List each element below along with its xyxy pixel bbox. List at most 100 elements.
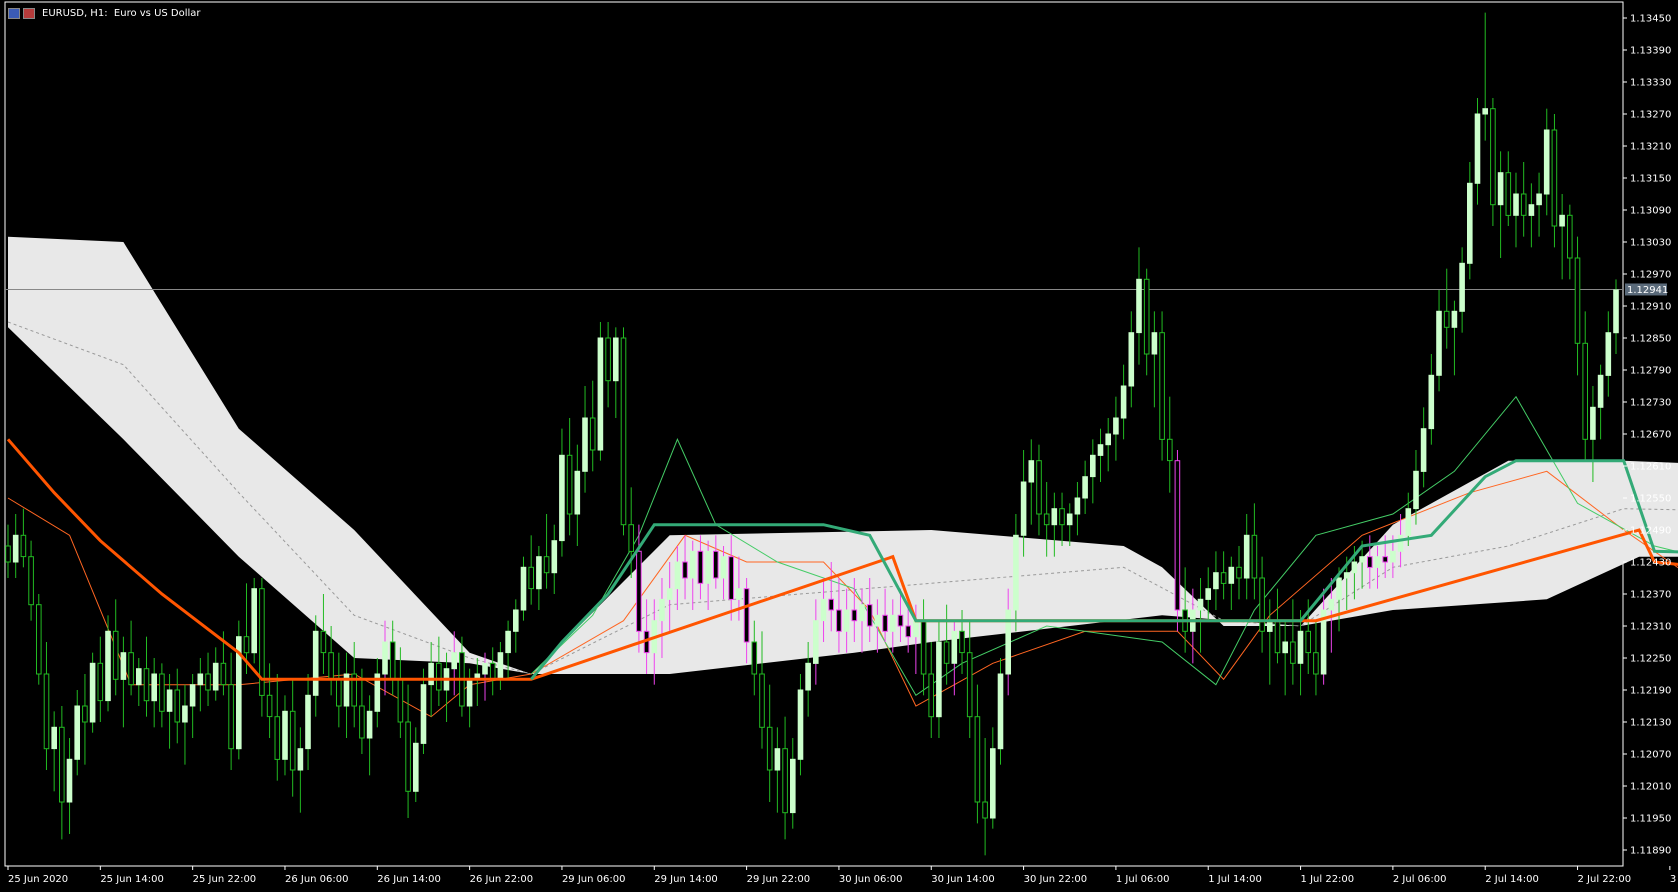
candle-body [420, 684, 427, 744]
candle-body [636, 550, 642, 632]
candle-body [1313, 652, 1319, 675]
y-tick-label: 1.12070 [1630, 750, 1671, 761]
price-chart[interactable]: 1.13450 1.13390 1.13330 1.13270 1.13210 1.131… [0, 0, 1678, 888]
x-tick-label: 30 Jun 06:00 [839, 874, 903, 885]
candle-body [1174, 460, 1181, 611]
candle-body [1574, 257, 1581, 344]
candle-body [1043, 513, 1050, 526]
candle-body [689, 550, 696, 579]
candle-body [836, 609, 842, 632]
candle-body [497, 652, 504, 680]
candle-body [1028, 460, 1035, 483]
candle-body [328, 652, 334, 680]
candle-body [251, 588, 257, 654]
candle-body [828, 598, 835, 611]
candle-body [659, 598, 665, 622]
candle-body [805, 662, 811, 691]
x-tick-label: 26 Jun 14:00 [377, 874, 441, 885]
candle-body [1159, 332, 1165, 440]
y-tick-label: 1.13030 [1630, 238, 1671, 249]
candle-body [212, 662, 219, 691]
candle-body [1113, 417, 1119, 435]
candle-body [759, 673, 765, 728]
candle-body [874, 614, 881, 627]
candle-body [820, 598, 827, 622]
candle-body [466, 678, 473, 707]
candle-body [628, 524, 635, 552]
candle-body [1382, 556, 1389, 563]
candle-body [1397, 534, 1404, 552]
candle-body [682, 561, 688, 579]
candle-body [813, 620, 819, 664]
x-tick-label: 2 Jul 06:00 [1393, 874, 1447, 885]
candle-body [589, 417, 596, 451]
y-tick-label: 1.11890 [1630, 846, 1671, 857]
candle-body [120, 652, 127, 680]
candle-body [528, 566, 535, 590]
y-tick-label: 1.12430 [1630, 558, 1671, 569]
candle-body [1520, 193, 1527, 216]
candle-body [174, 689, 181, 723]
candle-body [728, 556, 735, 600]
candle-body [605, 337, 611, 382]
x-tick-label: 1 Jul 22:00 [1301, 874, 1355, 885]
candle-body [1390, 550, 1396, 563]
symbol-flag-icon [23, 7, 35, 19]
candle-body [597, 337, 604, 451]
x-tick-label: 26 Jun 22:00 [470, 874, 534, 885]
y-tick-label: 1.12550 [1630, 494, 1671, 505]
candle-body [797, 689, 804, 760]
candle-body [1013, 534, 1019, 611]
candle-body [1543, 129, 1550, 195]
candle-body [851, 609, 858, 622]
candle-body [1143, 278, 1150, 355]
candle-body [974, 716, 981, 803]
y-tick-label: 1.12490 [1630, 526, 1671, 537]
chart-window[interactable]: EURUSD, H1: Euro vs US Dollar 1.13450 1.1… [0, 0, 1678, 888]
candle-body [1274, 620, 1281, 654]
candle-body [389, 641, 396, 680]
candle-body [112, 630, 119, 680]
x-tick-label: 29 Jun 14:00 [654, 874, 718, 885]
candle-body [1613, 289, 1619, 334]
ichimoku-cloud [8, 236, 1678, 674]
candle-body [1428, 374, 1435, 430]
y-tick-label: 1.12670 [1630, 430, 1671, 441]
candle-body [1351, 561, 1358, 574]
candle-body [220, 662, 227, 686]
candle-body [1220, 572, 1227, 584]
candle-body [882, 614, 888, 632]
candle-body [1420, 428, 1427, 472]
candle-body [128, 652, 134, 686]
y-tick-label: 1.13150 [1630, 174, 1671, 185]
chart-title-bar: EURUSD, H1: Euro vs US Dollar [8, 6, 201, 20]
candle-body [1213, 572, 1219, 590]
candle-body [1136, 278, 1142, 334]
candle-body [28, 556, 34, 606]
x-tick-label: 2 Jul 14:00 [1485, 874, 1539, 885]
candle-body [189, 684, 196, 707]
candle-body [5, 545, 11, 563]
candle-body [951, 630, 958, 664]
candle-body [159, 673, 165, 712]
y-tick-label: 1.13270 [1630, 110, 1671, 121]
candle-body [1074, 497, 1081, 515]
candle-body [320, 630, 327, 654]
candle-body [620, 337, 627, 526]
candle-body [312, 630, 319, 696]
candle-body [1359, 556, 1365, 563]
y-tick-label: 1.13090 [1630, 206, 1671, 217]
plot-frame [4, 1, 1624, 867]
candle-body [520, 566, 527, 611]
candle-body [1467, 182, 1473, 264]
candle-body [1297, 630, 1304, 664]
candle-body [843, 609, 850, 632]
candle-body [166, 689, 173, 712]
candle-body [1090, 454, 1096, 478]
candle-body [1513, 193, 1519, 216]
candle-body [136, 668, 142, 686]
candle-body [774, 748, 781, 771]
x-tick-label: 1 Jul 14:00 [1208, 874, 1262, 885]
candle-body [428, 662, 434, 686]
candle-body [66, 758, 73, 803]
